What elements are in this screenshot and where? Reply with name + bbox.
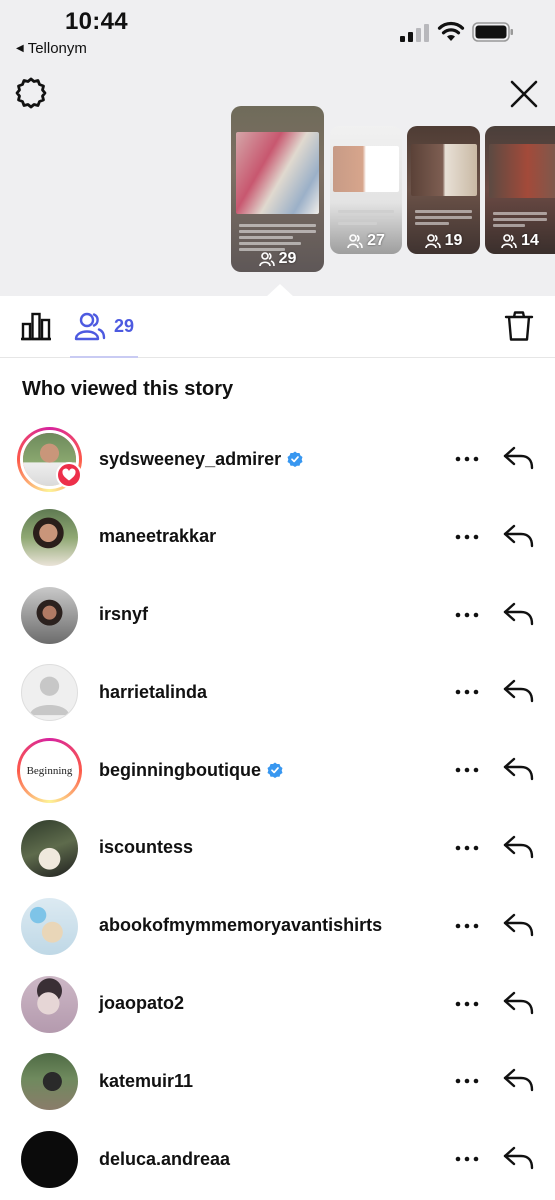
- reply-arrow-icon[interactable]: [502, 1141, 534, 1173]
- more-dots-icon[interactable]: [454, 446, 480, 472]
- reply-arrow-icon[interactable]: [502, 519, 534, 551]
- avatar[interactable]: [21, 1053, 78, 1111]
- battery-icon: [472, 22, 513, 42]
- reply-arrow-icon[interactable]: [502, 597, 534, 629]
- verified-badge-icon: [267, 762, 283, 779]
- viewer-username[interactable]: beginningboutique: [99, 760, 261, 781]
- viewer-username[interactable]: katemuir11: [99, 1071, 193, 1092]
- reply-arrow-icon[interactable]: [502, 441, 534, 473]
- cellular-signal-icon: [400, 24, 429, 42]
- viewer-row[interactable]: harrietalinda: [0, 653, 555, 731]
- wifi-icon: [437, 21, 465, 41]
- verified-badge-icon: [287, 451, 303, 467]
- trash-icon[interactable]: [504, 310, 534, 342]
- viewer-row[interactable]: irsnyf: [0, 576, 555, 654]
- more-dots-icon[interactable]: [454, 1068, 480, 1094]
- story-thumbnail[interactable]: 14: [485, 126, 555, 254]
- more-dots-icon[interactable]: [454, 524, 480, 550]
- reply-arrow-icon[interactable]: [502, 908, 534, 940]
- story-thumbnail[interactable]: 19: [407, 126, 480, 254]
- viewer-username[interactable]: maneetrakkar: [99, 526, 216, 547]
- viewers-icon: [258, 252, 275, 267]
- avatar[interactable]: [21, 1131, 78, 1189]
- more-dots-icon[interactable]: [454, 1146, 480, 1172]
- heart-icon: [62, 468, 76, 481]
- viewer-username[interactable]: joaopato2: [99, 993, 184, 1014]
- reply-arrow-icon[interactable]: [502, 830, 534, 862]
- more-dots-icon[interactable]: [454, 835, 480, 861]
- story-view-count: 14: [485, 232, 555, 250]
- back-to-app-link[interactable]: ◀ Tellonym: [16, 40, 87, 57]
- close-icon[interactable]: [508, 78, 540, 110]
- viewer-username[interactable]: iscountess: [99, 837, 193, 858]
- story-post-image: [411, 144, 477, 196]
- avatar[interactable]: [21, 586, 78, 644]
- story-post-image: [236, 132, 319, 214]
- back-triangle-icon: ◀: [16, 43, 24, 54]
- bar-chart-icon[interactable]: [20, 310, 52, 342]
- avatar[interactable]: Beginning: [17, 738, 82, 804]
- avatar[interactable]: [21, 897, 78, 955]
- viewer-username[interactable]: abookofmymmemoryavantishirts: [99, 915, 382, 936]
- more-dots-icon[interactable]: [454, 913, 480, 939]
- viewer-row[interactable]: katemuir11: [0, 1042, 555, 1120]
- viewer-username[interactable]: irsnyf: [99, 604, 148, 625]
- avatar[interactable]: [21, 975, 78, 1033]
- avatar-logo-text: Beginning: [26, 764, 73, 777]
- story-thumbnail[interactable]: 29: [231, 106, 324, 272]
- more-dots-icon[interactable]: [454, 757, 480, 783]
- gear-icon[interactable]: [14, 76, 48, 110]
- viewers-icon: [424, 234, 441, 249]
- viewer-username[interactable]: harrietalinda: [99, 682, 207, 703]
- viewer-username[interactable]: sydsweeney_admirer: [99, 449, 281, 470]
- viewers-count: 29: [114, 315, 135, 336]
- people-icon: [74, 312, 106, 341]
- story-strip: 29 27 19 14: [0, 62, 555, 296]
- avatar[interactable]: [21, 508, 78, 566]
- tab-viewers[interactable]: 29: [70, 296, 138, 358]
- more-dots-icon[interactable]: [454, 679, 480, 705]
- viewer-row[interactable]: joaopato2: [0, 965, 555, 1043]
- reply-arrow-icon[interactable]: [502, 1063, 534, 1095]
- viewers-icon: [347, 234, 363, 249]
- viewer-row[interactable]: sydsweeney_admirer: [0, 420, 555, 498]
- more-dots-icon[interactable]: [454, 602, 480, 628]
- reply-arrow-icon[interactable]: [502, 752, 534, 784]
- liked-badge: [56, 462, 82, 488]
- story-thumbnail[interactable]: 27: [330, 126, 402, 254]
- viewer-username[interactable]: deluca.andreaa: [99, 1149, 230, 1170]
- back-app-label: Tellonym: [27, 40, 87, 57]
- viewer-row[interactable]: deluca.andreaa: [0, 1120, 555, 1198]
- viewer-list: sydsweeney_admirer maneetrakkar irsnyf h…: [0, 420, 555, 1198]
- story-view-count: 19: [407, 232, 480, 250]
- reply-arrow-icon[interactable]: [502, 674, 534, 706]
- status-bar: 10:44 ◀ Tellonym: [0, 0, 555, 62]
- viewer-row[interactable]: abookofmymmemoryavantishirts: [0, 887, 555, 965]
- viewer-row[interactable]: maneetrakkar: [0, 498, 555, 576]
- section-title: Who viewed this story: [22, 378, 234, 400]
- viewer-row[interactable]: Beginning beginningboutique: [0, 731, 555, 809]
- avatar[interactable]: [21, 819, 78, 877]
- story-post-image: [489, 144, 555, 198]
- default-avatar-icon[interactable]: [21, 664, 78, 722]
- viewers-icon: [501, 234, 517, 249]
- story-view-count: 29: [231, 250, 324, 268]
- more-dots-icon[interactable]: [454, 991, 480, 1017]
- status-time: 10:44: [65, 8, 128, 35]
- tab-bar: 29: [0, 296, 555, 358]
- reply-arrow-icon[interactable]: [502, 986, 534, 1018]
- story-view-count: 27: [330, 232, 402, 250]
- viewer-row[interactable]: iscountess: [0, 809, 555, 887]
- story-post-image: [333, 146, 399, 192]
